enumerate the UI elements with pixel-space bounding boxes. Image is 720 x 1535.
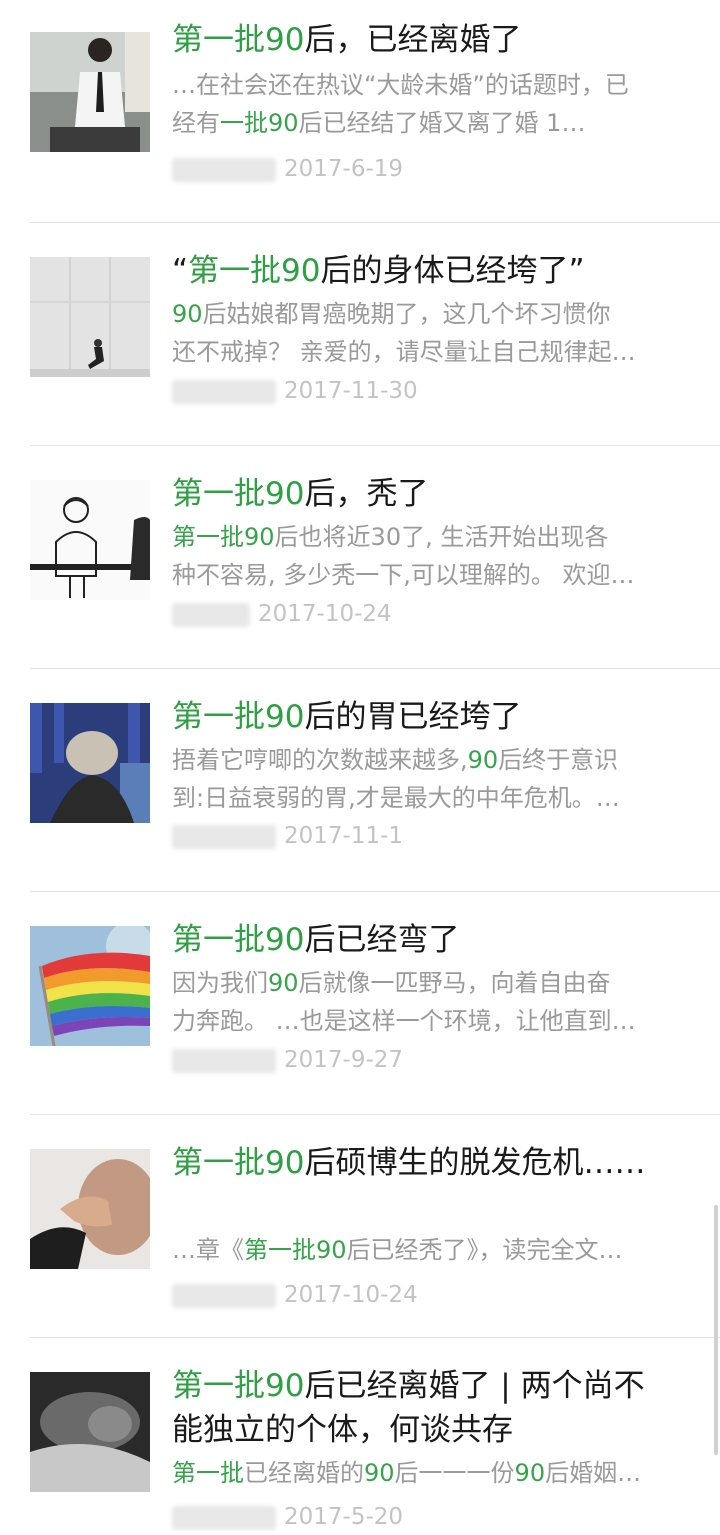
article-item[interactable]: “第一批90后的身体已经垮了” 90后姑娘都胃癌晚期了，这几个坏习惯你 还不戒掉…	[0, 223, 720, 446]
article-title[interactable]: 第一批90后已经弯了	[172, 918, 692, 962]
article-item[interactable]: 第一批90后的胃已经垮了 捂着它哼唧的次数越来越多,90后终于意识 到:日益衰弱…	[0, 669, 720, 892]
summary-line: …在社会还在热议“大龄未婚”的话题时，已	[172, 66, 692, 104]
summary-text: 后终于意识	[498, 746, 619, 774]
summary-text: 种不容易, 多少秃一下,可以理解的。 欢迎…	[172, 561, 635, 589]
summary-text: …章《	[172, 1236, 244, 1264]
article-date: 2017-10-24	[258, 601, 392, 627]
summary-line: 力奔跑。 …也是这样一个环境，让他直到…	[172, 1002, 692, 1040]
article-date: 2017-10-24	[284, 1282, 418, 1308]
article-title[interactable]: 第一批90后，秃了	[172, 472, 692, 516]
summary-text: 力奔跑。 …也是这样一个环境，让他直到…	[172, 1007, 636, 1035]
blurred-account-name	[172, 158, 276, 182]
article-thumbnail	[30, 257, 150, 377]
article-date: 2017-9-27	[284, 1047, 404, 1073]
summary-highlight: 90	[467, 746, 499, 774]
summary-line: 第一批已经离婚的90后一一一份90后婚姻…	[172, 1454, 692, 1492]
article-summary: 捂着它哼唧的次数越来越多,90后终于意识 到:日益衰弱的胃,才是最大的中年危机。…	[172, 741, 692, 817]
title-highlight: 第一批90	[172, 476, 305, 512]
summary-text: 后已经秃了》，读完全文…	[346, 1236, 623, 1264]
summary-text: 后姑娘都胃癌晚期了，这几个坏习惯你	[202, 300, 611, 328]
title-text: 后硕博生的脱发危机……	[304, 1145, 646, 1181]
blurred-account-name	[172, 1049, 276, 1073]
article-date: 2017-6-19	[284, 156, 404, 182]
summary-highlight: 第一批90	[244, 1236, 347, 1264]
summary-text: 后就像一匹野马，向着自由奋	[298, 969, 611, 997]
article-date: 2017-11-30	[284, 378, 418, 404]
title-text: 后的身体已经垮了”	[320, 253, 585, 289]
article-thumbnail	[30, 1149, 150, 1269]
title-highlight: 第一批90	[172, 922, 305, 958]
title-highlight: 第一批90	[172, 1368, 305, 1404]
title-text: 后已经弯了	[304, 922, 460, 958]
title-text: 能独立的个体，何谈共存	[172, 1412, 513, 1448]
summary-text: 还不戒掉？ 亲爱的，请尽量让自己规律起…	[172, 338, 636, 366]
summary-text: 因为我们	[172, 969, 268, 997]
article-thumbnail	[30, 703, 150, 823]
article-thumbnail	[30, 32, 150, 152]
blurred-account-name	[172, 603, 250, 627]
summary-highlight: 一批90	[220, 109, 299, 137]
summary-line: 第一批90后也将近30了, 生活开始出现各	[172, 518, 692, 556]
article-title[interactable]: 第一批90后已经离婚了 | 两个尚不 能独立的个体，何谈共存	[172, 1364, 692, 1452]
article-item[interactable]: 第一批90后已经离婚了 | 两个尚不 能独立的个体，何谈共存 第一批已经离婚的9…	[0, 1338, 720, 1535]
article-item[interactable]: 第一批90后，秃了 第一批90后也将近30了, 生活开始出现各 种不容易, 多少…	[0, 446, 720, 669]
summary-line: 到:日益衰弱的胃,才是最大的中年危机。…	[172, 779, 692, 817]
article-summary: 因为我们90后就像一匹野马，向着自由奋 力奔跑。 …也是这样一个环境，让他直到…	[172, 964, 692, 1040]
summary-line: 种不容易, 多少秃一下,可以理解的。 欢迎…	[172, 556, 692, 594]
article-title[interactable]: “第一批90后的身体已经垮了”	[172, 249, 692, 293]
article-summary: 第一批已经离婚的90后一一一份90后婚姻…	[172, 1454, 692, 1492]
summary-text: 后一一一份	[394, 1459, 515, 1487]
summary-line: 经有一批90后已经结了婚又离了婚 1…	[172, 104, 692, 142]
article-summary: …章《第一批90后已经秃了》，读完全文…	[172, 1231, 692, 1269]
summary-line: 捂着它哼唧的次数越来越多,90后终于意识	[172, 741, 692, 779]
article-title[interactable]: 第一批90后硕博生的脱发危机……	[172, 1141, 692, 1185]
title-text: 后，秃了	[304, 476, 429, 512]
article-thumbnail	[30, 480, 150, 600]
article-summary: 90后姑娘都胃癌晚期了，这几个坏习惯你 还不戒掉？ 亲爱的，请尽量让自己规律起…	[172, 295, 692, 371]
summary-line: 因为我们90后就像一匹野马，向着自由奋	[172, 964, 692, 1002]
title-text: “	[172, 253, 189, 289]
summary-highlight: 90	[268, 969, 299, 997]
article-title[interactable]: 第一批90后，已经离婚了	[172, 18, 692, 62]
title-text: 后，已经离婚了	[304, 22, 522, 58]
article-thumbnail	[30, 926, 150, 1046]
article-thumbnail	[30, 1372, 150, 1492]
article-date: 2017-5-20	[284, 1504, 404, 1530]
title-text: 后已经离婚了 | 两个尚不	[304, 1368, 645, 1404]
summary-line: 90后姑娘都胃癌晚期了，这几个坏习惯你	[172, 295, 692, 333]
article-item[interactable]: 第一批90后，已经离婚了 …在社会还在热议“大龄未婚”的话题时，已 经有一批90…	[0, 0, 720, 223]
summary-text: 到:日益衰弱的胃,才是最大的中年危机。…	[172, 784, 620, 812]
blurred-account-name	[172, 380, 276, 404]
summary-line: 还不戒掉？ 亲爱的，请尽量让自己规律起…	[172, 333, 692, 371]
summary-text: …在社会还在热议“大龄未婚”的话题时，已	[172, 71, 629, 99]
title-highlight: 第一批90	[172, 22, 305, 58]
summary-line: …章《第一批90后已经秃了》，读完全文…	[172, 1231, 692, 1269]
summary-text: 后也将近30了, 生活开始出现各	[274, 523, 609, 551]
scrollbar[interactable]	[714, 1205, 718, 1455]
blurred-account-name	[172, 1506, 276, 1530]
summary-text: 捂着它哼唧的次数越来越多,	[172, 746, 468, 774]
summary-text: 经有	[172, 109, 220, 137]
summary-highlight: 90	[172, 300, 203, 328]
summary-highlight: 第一批	[172, 1459, 244, 1487]
title-text: 后的胃已经垮了	[304, 699, 522, 735]
title-highlight: 第一批90	[188, 253, 321, 289]
summary-text: 后婚姻…	[545, 1459, 642, 1487]
article-summary: 第一批90后也将近30了, 生活开始出现各 种不容易, 多少秃一下,可以理解的。…	[172, 518, 692, 594]
article-title[interactable]: 第一批90后的胃已经垮了	[172, 695, 692, 739]
title-highlight: 第一批90	[172, 699, 305, 735]
article-item[interactable]: 第一批90后硕博生的脱发危机…… …章《第一批90后已经秃了》，读完全文… 20…	[0, 1115, 720, 1338]
summary-text: 已经离婚的	[244, 1459, 364, 1487]
article-date: 2017-11-1	[284, 823, 404, 849]
summary-highlight: 第一批90	[172, 523, 275, 551]
article-summary: …在社会还在热议“大龄未婚”的话题时，已 经有一批90后已经结了婚又离了婚 1…	[172, 66, 692, 142]
title-highlight: 第一批90	[172, 1145, 305, 1181]
summary-highlight: 90	[514, 1459, 546, 1487]
blurred-account-name	[172, 825, 276, 849]
blurred-account-name	[172, 1284, 276, 1308]
summary-highlight: 90	[364, 1459, 395, 1487]
summary-text: 后已经结了婚又离了婚 1…	[298, 109, 586, 137]
article-item[interactable]: 第一批90后已经弯了 因为我们90后就像一匹野马，向着自由奋 力奔跑。 …也是这…	[0, 892, 720, 1115]
